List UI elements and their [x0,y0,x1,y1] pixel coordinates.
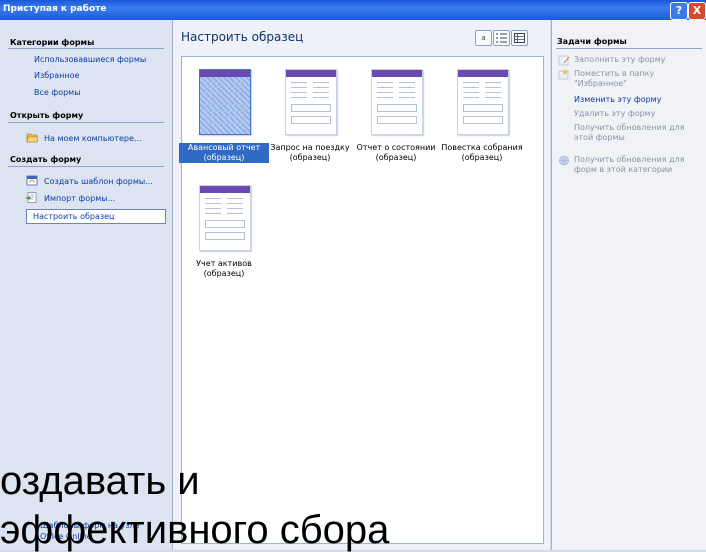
task-delete-form[interactable]: Удалить эту форму [574,109,699,119]
import-form-link[interactable]: Импорт формы... [44,194,115,203]
task-edit-form[interactable]: Изменить эту форму [574,95,699,105]
large-icons-view-button[interactable]: a [475,30,492,46]
overlay-text-line-2: эффективного сбора [0,508,390,552]
template-thumbnail [371,69,423,135]
center-pane: Настроить образец a Авансовый отчет (обр… [173,20,550,550]
customize-sample-link[interactable]: Настроить образец [33,212,115,221]
import-form-icon [26,192,37,203]
template-tile[interactable]: Запрос на поездку (образец) [270,63,350,169]
design-template-icon [26,175,38,186]
task-fill-form[interactable]: Заполнить эту форму [574,55,699,65]
template-thumbnail [199,185,251,251]
template-thumbnail [199,69,251,135]
update-globe-icon [559,155,569,166]
divider [8,122,164,123]
create-template-link[interactable]: Создать шаблон формы... [44,177,153,186]
template-thumbnail [457,69,509,135]
fill-form-icon [558,55,570,66]
task-get-category-updates[interactable]: Получить обновления для форм в этой кате… [574,155,699,175]
divider [8,166,164,167]
divider [556,48,702,49]
right-pane: Задачи формы Заполнить эту форму Помести… [551,20,706,550]
large-icons-icon: a [481,34,486,42]
page-title: Настроить образец [181,30,304,44]
category-used-forms[interactable]: Использовавшиеся формы [34,55,146,64]
add-favorites-icon [558,69,569,80]
task-get-updates[interactable]: Получить обновления для этой формы [574,123,699,143]
categories-header: Категории формы [10,38,95,47]
template-tile[interactable]: Отчет о состоянии (образец) [356,63,436,169]
help-button[interactable]: ? [670,2,688,20]
template-caption: Отчет о состоянии (образец) [356,143,436,162]
open-header: Открыть форму [10,111,84,120]
template-caption: Авансовый отчет (образец) [179,143,269,163]
window-title: Приступая к работе [3,4,107,14]
details-view-icon [514,33,525,43]
folder-open-icon [26,133,38,143]
category-all-forms[interactable]: Все формы [34,88,81,97]
create-header: Создать форму [10,155,82,164]
close-button[interactable]: X [688,2,706,20]
template-caption: Повестка собрания (образец) [441,143,523,162]
template-caption: Запрос на поездку (образец) [270,143,350,162]
template-thumbnail [285,69,337,135]
tasks-header: Задачи формы [557,37,627,46]
task-add-favorites[interactable]: Поместить в папку "Избранное" [574,69,699,89]
template-tile[interactable]: Повестка собрания (образец) [441,63,523,169]
details-view-button[interactable] [511,30,528,46]
category-favorites[interactable]: Избранное [34,71,79,80]
divider [8,48,164,49]
title-bar: Приступая к работе ? X [0,0,706,20]
open-from-computer-link[interactable]: На моем компьютере... [44,134,142,143]
template-caption: Учет активов (образец) [196,259,252,278]
overlay-text-line-1: оздавать и [0,459,200,503]
list-view-button[interactable] [493,30,510,46]
list-view-icon [496,33,507,43]
template-gallery: Авансовый отчет (образец) Запрос на поезд… [179,56,544,544]
template-tile[interactable]: Учет активов (образец) [184,179,264,285]
template-tile[interactable]: Авансовый отчет (образец) [179,63,269,169]
